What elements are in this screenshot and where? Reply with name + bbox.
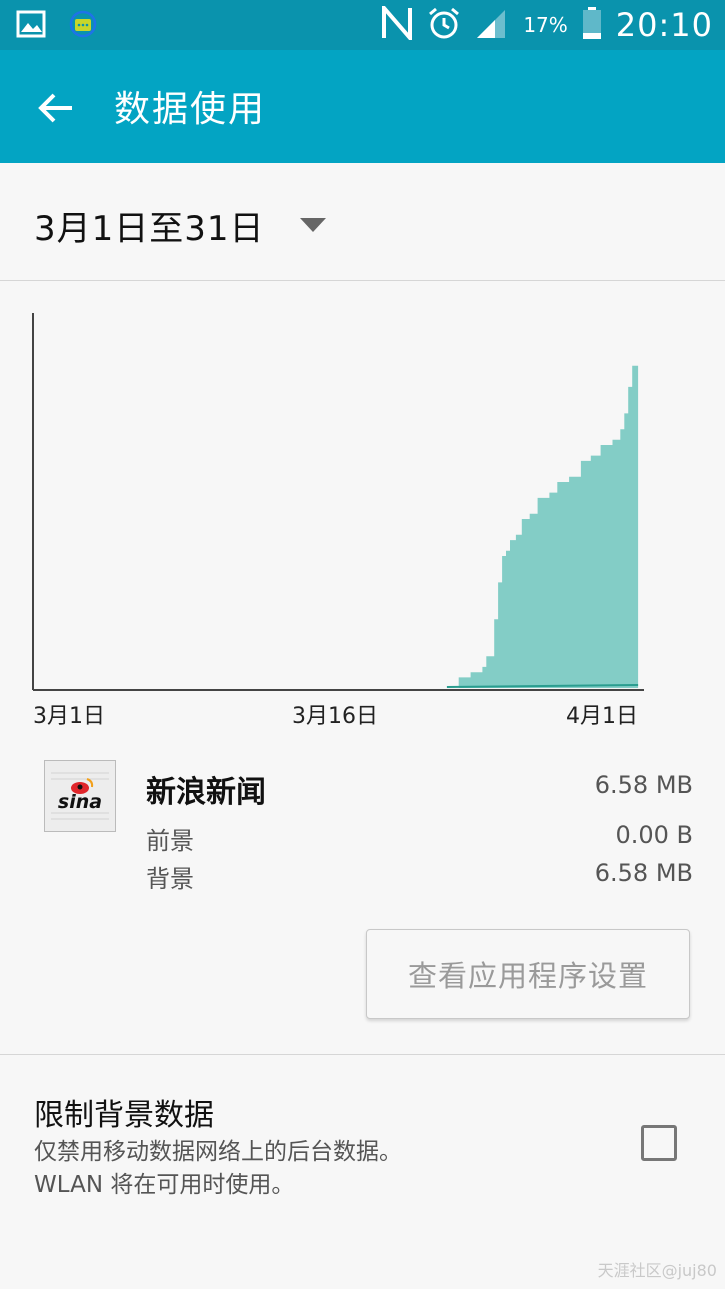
restrict-description-line-1: 仅禁用移动数据网络上的后台数据。	[34, 1139, 402, 1165]
section-divider	[0, 1054, 725, 1055]
sina-news-icon: sina	[44, 760, 116, 832]
x-tick-label: 3月16日	[292, 704, 378, 729]
gallery-icon	[16, 10, 46, 42]
app-bar: 数据使用	[0, 50, 725, 163]
period-selector[interactable]: 3月1日至31日	[0, 163, 725, 281]
svg-text:sina: sina	[58, 791, 102, 813]
restrict-background-title: 限制背景数据	[34, 1098, 214, 1133]
signal-icon	[475, 6, 509, 44]
foreground-value: 0.00 B	[615, 821, 693, 849]
background-value: 6.58 MB	[594, 859, 693, 887]
caret-down-icon	[300, 218, 326, 232]
app-total-usage: 6.58 MB	[594, 771, 693, 799]
status-time: 20:10	[615, 6, 713, 44]
restrict-background-checkbox[interactable]	[641, 1125, 677, 1161]
message-icon	[68, 9, 98, 43]
battery-percent: 17%	[523, 13, 568, 37]
x-tick-label: 4月1日	[566, 704, 638, 729]
view-app-settings-button[interactable]: 查看应用程序设置	[366, 929, 690, 1019]
arrow-left-icon	[32, 93, 80, 136]
foreground-label: 前景	[146, 827, 194, 855]
app-usage-row[interactable]: sina 新浪新闻 6.58 MB 前景 0.00 B 背景 6.58 MB	[0, 755, 725, 905]
back-button[interactable]	[32, 84, 80, 132]
period-label: 3月1日至31日	[34, 209, 265, 249]
background-label: 背景	[146, 865, 194, 893]
watermark: 天涯社区@juj80	[597, 1261, 717, 1280]
app-name: 新浪新闻	[146, 775, 266, 810]
battery-icon	[582, 6, 602, 44]
restrict-background-description: 仅禁用移动数据网络上的后台数据。 WLAN 将在可用时使用。	[34, 1136, 594, 1202]
x-tick-label: 3月1日	[33, 704, 105, 729]
status-bar: 17% 20:10	[0, 0, 725, 50]
usage-chart: 3月1日 3月16日 4月1日	[0, 300, 725, 730]
restrict-description-line-2: WLAN 将在可用时使用。	[34, 1172, 295, 1198]
alarm-icon	[427, 6, 461, 44]
nfc-icon	[381, 2, 413, 44]
usage-chart-svg	[32, 313, 644, 691]
usage-area	[446, 340, 639, 688]
page-title: 数据使用	[114, 89, 267, 130]
